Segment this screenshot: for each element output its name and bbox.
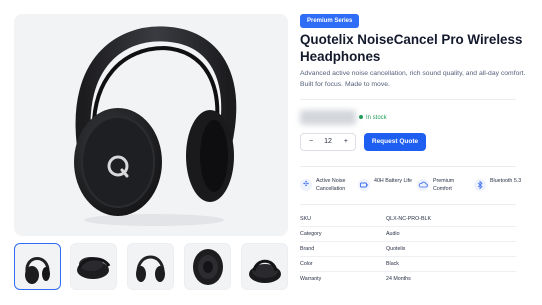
quantity-decrease-button[interactable]: −	[309, 134, 313, 150]
spec-key: Category	[300, 231, 322, 237]
divider	[300, 99, 516, 100]
quantity-increase-button[interactable]: +	[344, 134, 348, 150]
anc-icon: ✣	[300, 179, 312, 191]
feature-label: Bluetooth 5.3	[490, 178, 522, 184]
spec-row: Brand Quotelix	[300, 242, 516, 257]
spec-row: Warranty 24 Months	[300, 272, 516, 287]
battery-icon	[358, 179, 370, 191]
thumbnail-folded[interactable]	[70, 243, 117, 290]
spec-key: Brand	[300, 246, 315, 252]
spec-key: SKU	[300, 216, 311, 222]
thumbnail-gallery	[14, 243, 288, 290]
spec-key: Warranty	[300, 276, 322, 282]
spec-value: QLX-NC-PRO-BLK	[386, 216, 432, 222]
stock-status: In stock	[359, 115, 387, 121]
feature-label: Premium Comfort	[433, 178, 455, 192]
bluetooth-icon	[474, 179, 486, 191]
spec-value: Black	[386, 261, 399, 267]
spec-value: 24 Months	[386, 276, 411, 282]
spec-value: Quotelix	[386, 246, 406, 252]
product-title: Quotelix NoiseCancel Pro Wireless Headph…	[300, 32, 523, 64]
spec-row: Category Audio	[300, 227, 516, 242]
stock-dot-icon	[359, 115, 363, 120]
feature-label: Active Noise Cancellation	[316, 178, 346, 192]
request-quote-button[interactable]: Request Quote	[364, 133, 426, 151]
stock-status-label: In stock	[366, 115, 387, 121]
headphones-image	[74, 26, 237, 226]
product-description: Advanced active noise cancellation, rich…	[300, 70, 526, 88]
feature-label: 40H Battery Life	[374, 178, 412, 184]
spec-value: Audio	[386, 231, 400, 237]
spec-row: Color Black	[300, 257, 516, 272]
premium-series-badge: Premium Series	[300, 14, 360, 28]
thumbnail-front[interactable]	[14, 243, 61, 290]
thumbnail-case[interactable]	[241, 243, 288, 290]
divider	[300, 166, 516, 167]
price-blurred	[300, 110, 356, 125]
quantity-stepper: 12 − +	[300, 133, 356, 151]
divider	[300, 204, 516, 205]
spec-row: SKU QLX-NC-PRO-BLK	[300, 212, 516, 227]
cloud-icon	[417, 179, 429, 191]
thumbnail-back[interactable]	[127, 243, 174, 290]
thumbnail-ear-cup[interactable]	[184, 243, 231, 290]
spec-key: Color	[300, 261, 313, 267]
product-main-image	[14, 14, 288, 236]
